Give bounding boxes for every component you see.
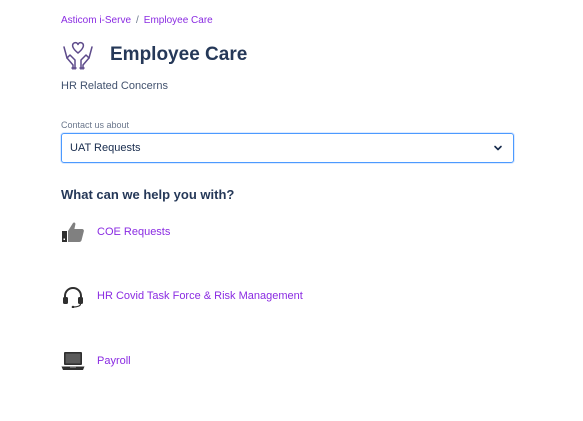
page-title: Employee Care xyxy=(110,44,248,65)
contact-select-value: UAT Requests xyxy=(70,142,141,154)
contact-select-label: Contact us about xyxy=(61,120,130,130)
laptop-icon xyxy=(61,352,85,370)
breadcrumb-link-current[interactable]: Employee Care xyxy=(144,15,213,26)
caring-hands-heart-icon xyxy=(63,41,93,70)
thumbs-up-icon xyxy=(62,222,84,242)
breadcrumb-link-home[interactable]: Asticom i-Serve xyxy=(61,15,131,26)
option-hr-covid-task-force[interactable]: HR Covid Task Force & Risk Management xyxy=(61,284,303,308)
option-label: Payroll xyxy=(97,355,131,367)
help-heading: What can we help you with? xyxy=(61,187,235,202)
option-label: COE Requests xyxy=(97,226,171,238)
headset-icon xyxy=(63,287,83,308)
contact-select[interactable]: UAT Requests xyxy=(61,133,514,163)
page-subtitle: HR Related Concerns xyxy=(61,80,168,92)
breadcrumb-separator: / xyxy=(136,15,139,26)
option-label: HR Covid Task Force & Risk Management xyxy=(97,290,303,302)
chevron-down-icon xyxy=(494,145,502,151)
breadcrumb: Asticom i-Serve / Employee Care xyxy=(61,15,213,26)
option-coe-requests[interactable]: COE Requests xyxy=(61,220,170,244)
option-payroll[interactable]: Payroll xyxy=(61,349,131,373)
page-header: Employee Care xyxy=(61,38,247,72)
page: Asticom i-Serve / Employee Care Employee C… xyxy=(0,0,583,421)
